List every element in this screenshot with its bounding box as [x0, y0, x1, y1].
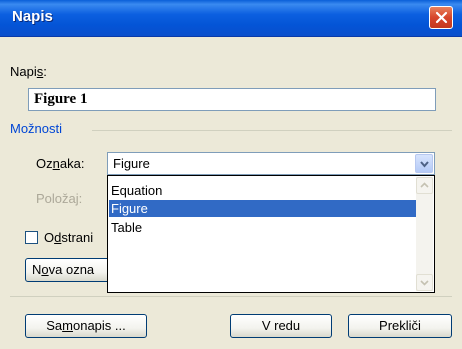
caption-value: Figure 1	[34, 91, 88, 107]
ok-button[interactable]: V redu	[230, 314, 332, 338]
exclude-label-text: Odstrani	[44, 230, 94, 245]
cancel-button[interactable]: Prekliči	[348, 314, 452, 338]
title-bar[interactable]: Napis	[0, 0, 462, 37]
exclude-label-checkbox[interactable]	[25, 231, 38, 244]
close-icon	[435, 11, 448, 24]
caption-dialog: Napis Napis: Figure 1 Možnosti Oznaka: F…	[0, 0, 462, 349]
label-combobox[interactable]: Figure	[107, 152, 435, 175]
label-field-label: Oznaka:	[36, 156, 85, 171]
options-divider	[92, 130, 452, 131]
label-dropdown-list[interactable]: Equation Figure Table	[107, 175, 435, 293]
options-group-title: Možnosti	[10, 121, 63, 136]
dialog-title: Napis	[12, 8, 53, 25]
caption-input[interactable]: Figure 1	[28, 88, 436, 111]
new-label-button[interactable]: Nova ozna	[25, 258, 120, 282]
label-combobox-value: Figure	[113, 156, 150, 171]
chevron-down-icon	[420, 161, 429, 168]
dropdown-item-figure[interactable]: Figure	[109, 200, 416, 217]
dropdown-item-table[interactable]: Table	[109, 219, 416, 236]
chevron-up-icon	[420, 182, 429, 188]
scroll-down-button[interactable]	[416, 274, 433, 291]
scroll-up-button[interactable]	[416, 177, 433, 194]
combobox-dropdown-button[interactable]	[415, 154, 433, 173]
autocaption-button[interactable]: Samonapis ...	[25, 314, 147, 338]
dropdown-scrollbar[interactable]	[416, 177, 433, 291]
position-label: Položaj:	[36, 191, 83, 206]
button-row-divider	[10, 296, 452, 297]
dropdown-item-equation[interactable]: Equation	[109, 182, 416, 199]
chevron-down-icon	[420, 280, 429, 286]
caption-label: Napis:	[10, 64, 47, 79]
close-button[interactable]	[429, 6, 453, 29]
